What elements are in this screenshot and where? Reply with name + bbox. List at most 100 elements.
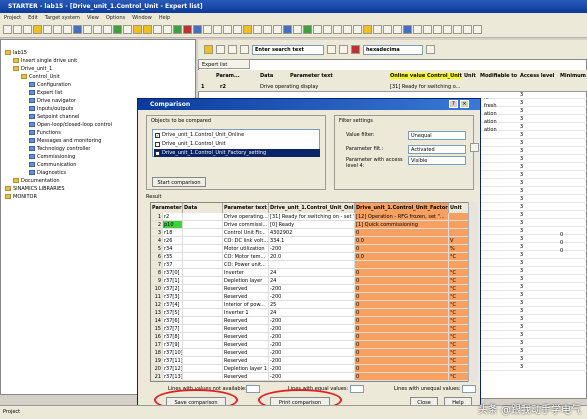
grid-row[interactable]: 7 r37 CO: Power unit...	[151, 261, 477, 269]
tree-item[interactable]: Technology controller	[29, 145, 90, 152]
grid-row[interactable]: 15 r37[7] Reserved -200 0 °C	[151, 325, 477, 333]
tree-item[interactable]: Drive_unit_1	[13, 65, 52, 72]
toolbar-icon[interactable]	[343, 25, 352, 34]
tab-expert-list[interactable]: Expert list	[198, 59, 250, 69]
object-checkbox[interactable]: ✓	[155, 132, 160, 138]
grid-row[interactable]: 8 r37[0] Inverter 24 0 °C	[151, 269, 477, 277]
toolbar-icon[interactable]	[183, 25, 192, 34]
grid-row[interactable]: 2 p10 Drive commissi... [0] Ready [1] Quick …	[151, 221, 477, 229]
toolbar-icon[interactable]	[223, 25, 232, 34]
number-format-select[interactable]: hexadecima	[363, 44, 423, 55]
toolbar-icon[interactable]	[363, 25, 372, 34]
tree-item[interactable]: Open-loop/closed-loop control	[29, 121, 112, 128]
grid-row[interactable]: 1 r2 Drive operating... [31] Ready for swit…	[151, 213, 477, 221]
toolbar-icon[interactable]	[253, 25, 262, 34]
filter-apply-icon[interactable]	[470, 143, 479, 152]
menu-item-window[interactable]: Window	[132, 15, 152, 22]
toolbar-icon[interactable]	[333, 25, 342, 34]
grid-row[interactable]: 19 r37[11] Reserved -200 0 °C	[151, 357, 477, 365]
tree-item[interactable]: Configuration	[29, 81, 71, 88]
toolbar-icon[interactable]	[83, 25, 92, 34]
grid-row[interactable]: 13 r37[5] Inverter 1 24 0 °C	[151, 309, 477, 317]
toolbar-icon[interactable]	[23, 25, 32, 34]
binoculars-icon[interactable]	[327, 45, 336, 54]
objects-list[interactable]: ✓ Drive_unit_1.Control_Unit_Online Drive_u…	[152, 129, 320, 157]
object-item[interactable]: ✓ Drive_unit_1.Control_Unit_Online	[154, 131, 320, 139]
toolbar-icon[interactable]	[393, 25, 402, 34]
toolbar-icon[interactable]	[173, 25, 182, 34]
result-grid[interactable]: Parameter Data Parameter text Drive_unit_1.…	[150, 202, 478, 382]
grid-row[interactable]: 11 r37[3] Reserved -200 0 °C	[151, 293, 477, 301]
grid-row[interactable]: 5 r34 Motor utilization -200 0%	[151, 245, 477, 253]
start-comparison-button[interactable]: Start comparison	[152, 177, 206, 187]
tree-item[interactable]: Communication	[29, 161, 76, 168]
grid-row[interactable]: 17 r37[9] Reserved -200 0 °C	[151, 341, 477, 349]
toolbar-icon[interactable]	[373, 25, 382, 34]
filter-select-2[interactable]: Visible	[408, 156, 466, 165]
grid-row[interactable]: 9 r37[1] Depletion layer 24 0 °C	[151, 277, 477, 285]
close-icon[interactable]: ×	[460, 100, 469, 108]
toolbar-icon[interactable]	[473, 25, 482, 34]
grid-row[interactable]: 12 r37[4] Interior of pow... 25 0 °C	[151, 301, 477, 309]
toolbar-icon[interactable]	[143, 25, 152, 34]
toolbar-icon[interactable]	[13, 25, 22, 34]
tree-item[interactable]: Control_Unit	[21, 73, 60, 80]
toolbar-icon[interactable]	[103, 25, 112, 34]
object-item[interactable]: Drive_unit_1.Control_Unit	[154, 140, 320, 148]
tree-item[interactable]: Documentation	[13, 177, 60, 184]
tree-item[interactable]: SINAMICS LIBRARIES	[5, 185, 65, 192]
tree-item[interactable]: lab15	[5, 49, 27, 56]
toolbar-icon[interactable]	[233, 25, 242, 34]
search-input[interactable]: Enter search text	[252, 44, 324, 55]
toolbar-icon[interactable]	[463, 25, 472, 34]
toolbar-icon[interactable]	[43, 25, 52, 34]
toolbar-icon[interactable]	[153, 25, 162, 34]
tree-item[interactable]: Commissioning	[29, 153, 75, 160]
menu-item-view[interactable]: View	[87, 15, 99, 22]
toolbar-icon[interactable]	[403, 25, 412, 34]
tree-item[interactable]: Inputs/outputs	[29, 105, 73, 112]
toolbar-icon[interactable]	[273, 25, 282, 34]
toolbar-icon[interactable]	[33, 25, 42, 34]
filter-select-0[interactable]: Unequal	[408, 131, 466, 140]
toolbar-icon[interactable]	[93, 25, 102, 34]
toolbar-icon[interactable]	[323, 25, 332, 34]
grid-row[interactable]: 14 r37[6] Reserved -200 0 °C	[151, 317, 477, 325]
tree-item[interactable]: Functions	[29, 129, 61, 136]
paste-icon[interactable]	[228, 45, 237, 54]
toolbar-icon[interactable]	[63, 25, 72, 34]
toolbar-icon[interactable]	[133, 25, 142, 34]
menu-item-project[interactable]: Project	[4, 15, 21, 22]
menu-item-edit[interactable]: Edit	[28, 15, 38, 22]
result-scrollbar[interactable]	[468, 202, 478, 382]
grid-row[interactable]: 3 r18 Control Unit Fir... 4302902 0	[151, 229, 477, 237]
compare-icon[interactable]	[240, 45, 249, 54]
filter-icon[interactable]	[339, 45, 348, 54]
copy-icon[interactable]	[216, 45, 225, 54]
grid-row[interactable]: 6 r35 CO: Motor tem... 20.0 0.0 °C	[151, 253, 477, 261]
filter-select-1[interactable]: Activated	[408, 145, 466, 154]
grid-row[interactable]: 21 r37[13] Reserved -200 0 °C	[151, 373, 477, 381]
menu-item-options[interactable]: Options	[106, 15, 125, 22]
toolbar-icon[interactable]	[203, 25, 212, 34]
object-item[interactable]: ✓ Drive_unit_1.Control_Unit_Factory_setti…	[154, 149, 320, 157]
toolbar-icon[interactable]	[73, 25, 82, 34]
toolbar-icon[interactable]	[453, 25, 462, 34]
menu-item-target-system[interactable]: Target system	[45, 15, 80, 22]
toolbar-icon[interactable]	[413, 25, 422, 34]
toolbar-icon[interactable]	[243, 25, 252, 34]
toolbar-icon[interactable]	[353, 25, 362, 34]
toolbar-icon[interactable]	[283, 25, 292, 34]
toolbar-icon[interactable]	[293, 25, 302, 34]
tree-item[interactable]: MONITOR	[5, 193, 37, 200]
toolbar-icon[interactable]	[3, 25, 12, 34]
toolbar-icon[interactable]	[263, 25, 272, 34]
toolbar-icon[interactable]	[303, 25, 312, 34]
object-checkbox[interactable]: ✓	[155, 150, 160, 156]
toolbar-icon[interactable]	[383, 25, 392, 34]
toolbar-icon[interactable]	[123, 25, 132, 34]
grid-row[interactable]: 20 r37[12] Depletion layer 1 -200 0 °C	[151, 365, 477, 373]
clear-filter-icon[interactable]	[351, 45, 360, 54]
tree-item[interactable]: Setpoint channel	[29, 113, 79, 120]
hex-icon[interactable]	[426, 45, 435, 54]
